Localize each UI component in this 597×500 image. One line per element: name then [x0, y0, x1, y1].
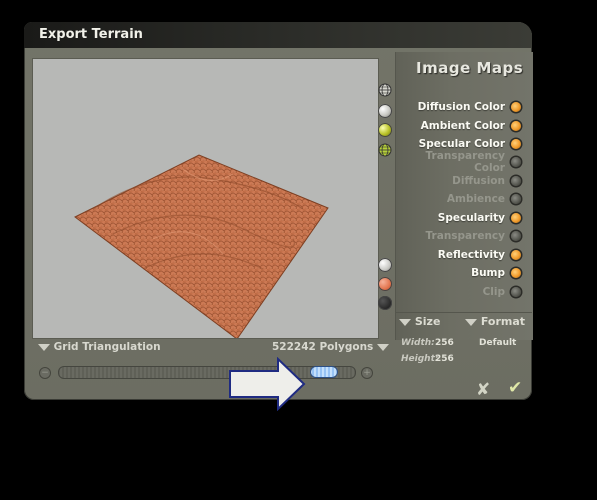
export-terrain-dialog: Export Terrain Image Maps Diffusion Colo…	[24, 22, 533, 411]
map-specularity[interactable]: Specularity	[438, 209, 521, 227]
map-diffusion[interactable]: Diffusion	[452, 172, 521, 190]
height-value[interactable]: 256	[435, 354, 454, 364]
format-label: Format	[480, 315, 526, 328]
globe-wireframe-icon[interactable]	[378, 83, 392, 97]
background-color-black-swatch[interactable]	[378, 296, 392, 310]
polygons-dropdown[interactable]: 522242 Polygons	[272, 341, 389, 353]
globe-green-icon[interactable]	[378, 143, 392, 157]
map-bump[interactable]: Bump	[471, 264, 521, 282]
resolution-slider-thumb[interactable]	[310, 367, 337, 377]
map-toggle-icon[interactable]	[511, 157, 521, 167]
size-label: Size	[414, 315, 441, 328]
ok-button[interactable]: ✔	[508, 378, 522, 398]
map-label: Ambience	[446, 193, 505, 205]
width-value[interactable]: 256	[435, 338, 454, 348]
map-toggle-icon[interactable]	[511, 176, 521, 186]
map-transparency-color[interactable]: Transparency Color	[396, 150, 521, 174]
background-color-orange-swatch[interactable]	[378, 277, 392, 291]
map-toggle-icon[interactable]	[511, 121, 521, 131]
map-label: Transparency	[425, 230, 505, 242]
map-label: Diffusion Color	[417, 101, 505, 113]
map-toggle-icon[interactable]	[511, 139, 521, 149]
chevron-down-icon	[38, 343, 50, 351]
decrease-resolution-button[interactable]: −	[40, 368, 50, 378]
map-toggle-icon[interactable]	[511, 287, 521, 297]
map-label: Specularity	[437, 212, 505, 224]
map-toggle-icon[interactable]	[511, 268, 521, 278]
triangulation-dropdown[interactable]: Grid Triangulation	[38, 341, 161, 353]
map-ambient-color[interactable]: Ambient Color	[421, 117, 521, 135]
map-toggle-icon[interactable]	[511, 250, 521, 260]
window-title: Export Terrain	[39, 27, 143, 42]
background-color-white-swatch[interactable]	[378, 258, 392, 272]
arrow-pointer-icon	[229, 357, 306, 411]
height-label: Height:	[401, 354, 439, 364]
map-toggle-icon[interactable]	[511, 194, 521, 204]
map-label: Diffusion	[452, 175, 505, 187]
chevron-down-icon	[376, 343, 389, 351]
cancel-button[interactable]: ✘	[476, 380, 490, 400]
sphere-white-icon[interactable]	[378, 104, 392, 118]
map-reflectivity[interactable]: Reflectivity	[438, 246, 521, 264]
image-maps-panel: Image Maps Diffusion Color Ambient Color…	[395, 52, 533, 340]
image-maps-title: Image Maps	[416, 59, 524, 77]
size-dropdown[interactable]: Size	[399, 315, 440, 328]
map-label: Bump	[471, 267, 505, 279]
chevron-down-icon	[465, 318, 477, 326]
map-toggle-icon[interactable]	[511, 102, 521, 112]
increase-resolution-button[interactable]: +	[362, 368, 372, 378]
map-label: Reflectivity	[437, 249, 505, 261]
title-bar[interactable]: Export Terrain	[24, 22, 532, 48]
terrain-preview-viewport[interactable]	[32, 58, 379, 339]
terrain-mesh	[74, 154, 329, 338]
size-format-values: Width: 256 Height: 256 Default	[395, 331, 532, 371]
map-transparency[interactable]: Transparency	[426, 227, 521, 245]
chevron-down-icon	[399, 318, 411, 326]
map-label: Clip	[482, 286, 505, 298]
width-label: Width:	[401, 338, 435, 348]
format-value[interactable]: Default	[479, 338, 516, 348]
map-label: Specular Color	[418, 138, 505, 150]
map-label: Ambient Color	[420, 120, 505, 132]
map-clip[interactable]: Clip	[483, 283, 521, 301]
size-format-header: Size Format	[395, 312, 532, 331]
map-label: Transparency Color	[425, 150, 505, 174]
map-toggle-icon[interactable]	[511, 231, 521, 241]
map-ambience[interactable]: Ambience	[447, 190, 521, 208]
map-diffusion-color[interactable]: Diffusion Color	[418, 98, 521, 116]
format-dropdown[interactable]: Format	[465, 315, 525, 328]
map-toggle-icon[interactable]	[511, 213, 521, 223]
triangulation-label: Grid Triangulation	[53, 341, 161, 353]
sphere-yellow-icon[interactable]	[378, 123, 392, 137]
polygon-count: 522242 Polygons	[272, 341, 374, 353]
